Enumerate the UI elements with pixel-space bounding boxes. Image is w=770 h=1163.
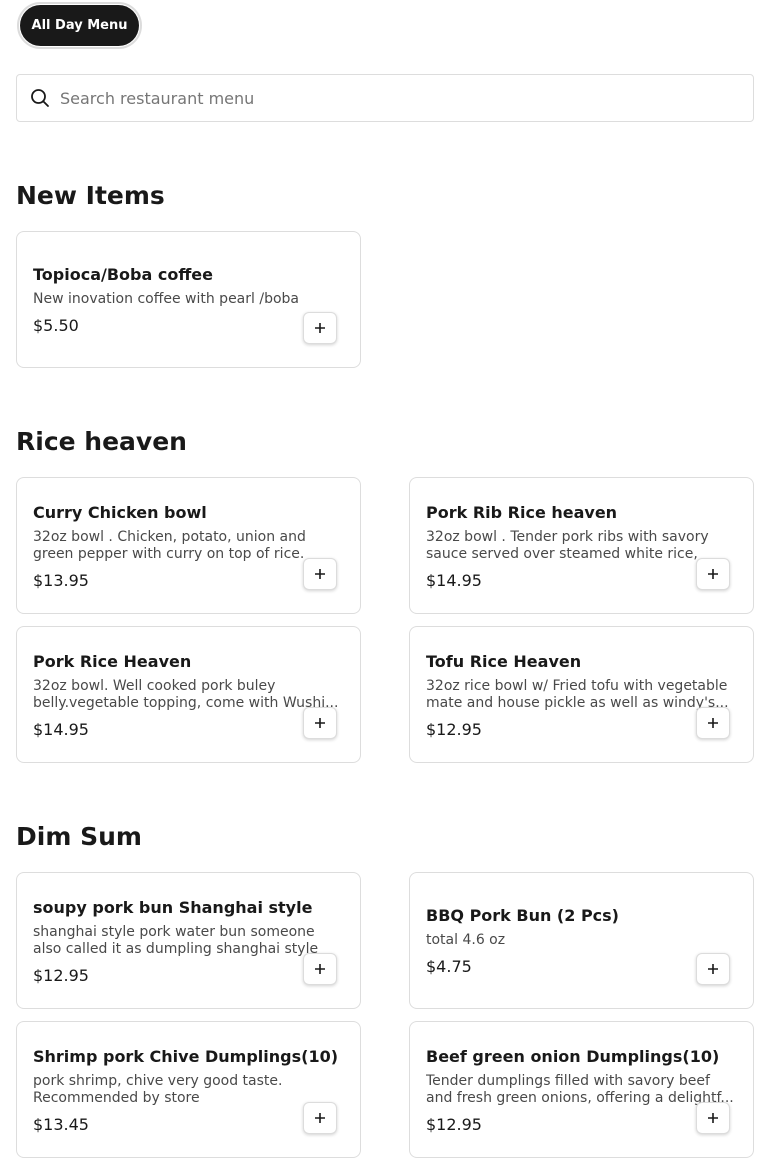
menu-item-card[interactable]: Pork Rib Rice heaven 32oz bowl . Tender …: [409, 477, 754, 614]
add-item-button[interactable]: [303, 312, 337, 344]
item-price: $12.95: [33, 966, 89, 985]
item-description: 32oz bowl. Well cooked pork buley belly.…: [33, 678, 339, 711]
add-item-button[interactable]: [303, 953, 337, 985]
plus-icon: [315, 964, 325, 974]
item-name: soupy pork bun Shanghai style: [33, 898, 313, 917]
plus-icon: [708, 569, 718, 579]
search-input[interactable]: [60, 75, 753, 121]
menu-selector-label[interactable]: All Day Menu: [20, 5, 139, 46]
plus-icon: [315, 1113, 325, 1123]
plus-icon: [708, 964, 718, 974]
menu-item-card[interactable]: Curry Chicken bowl 32oz bowl . Chicken, …: [16, 477, 361, 614]
menu-item-card[interactable]: Topioca/Boba coffee New inovation coffee…: [16, 231, 361, 368]
plus-icon: [315, 718, 325, 728]
menu-item-card[interactable]: Tofu Rice Heaven 32oz rice bowl w/ Fried…: [409, 626, 754, 763]
plus-icon: [708, 1113, 718, 1123]
item-price: $14.95: [426, 571, 482, 590]
add-item-button[interactable]: [696, 558, 730, 590]
add-item-button[interactable]: [696, 953, 730, 985]
plus-icon: [315, 323, 325, 333]
item-description: total 4.6 oz: [426, 932, 506, 948]
menu-item-card[interactable]: Pork Rice Heaven 32oz bowl. Well cooked …: [16, 626, 361, 763]
add-item-button[interactable]: [303, 707, 337, 739]
plus-icon: [708, 718, 718, 728]
menu-item-card[interactable]: Shrimp pork Chive Dumplings(10) pork shr…: [16, 1021, 361, 1158]
item-name: Curry Chicken bowl: [33, 503, 207, 522]
search-bar[interactable]: [16, 74, 754, 122]
item-price: $12.95: [426, 1115, 482, 1134]
item-price: $12.95: [426, 720, 482, 739]
add-item-button[interactable]: [696, 1102, 730, 1134]
item-name: Pork Rice Heaven: [33, 652, 192, 671]
item-description: 32oz bowl . Chicken, potato, union and g…: [33, 529, 306, 562]
add-item-button[interactable]: [696, 707, 730, 739]
item-price: $13.45: [33, 1115, 89, 1134]
item-description: Tender dumplings filled with savory beef…: [426, 1073, 734, 1106]
item-name: BBQ Pork Bun (2 Pcs): [426, 906, 619, 925]
item-name: Beef green onion Dumplings(10): [426, 1047, 720, 1066]
section-title-dim-sum: Dim Sum: [16, 822, 142, 851]
item-name: Pork Rib Rice heaven: [426, 503, 618, 522]
item-name: Shrimp pork Chive Dumplings(10): [33, 1047, 339, 1066]
add-item-button[interactable]: [303, 558, 337, 590]
menu-item-card[interactable]: soupy pork bun Shanghai style shanghai s…: [16, 872, 361, 1009]
plus-icon: [315, 569, 325, 579]
section-title-rice-heaven: Rice heaven: [16, 427, 187, 456]
item-description: pork shrimp, chive very good taste. Reco…: [33, 1073, 283, 1106]
add-item-button[interactable]: [303, 1102, 337, 1134]
section-title-new-items: New Items: [16, 181, 165, 210]
item-name: Tofu Rice Heaven: [426, 652, 582, 671]
item-price: $5.50: [33, 316, 79, 335]
search-icon: [31, 89, 49, 107]
item-description: New inovation coffee with pearl /boba: [33, 291, 299, 307]
menu-selector[interactable]: All Day Menu: [17, 2, 142, 49]
menu-item-card[interactable]: Beef green onion Dumplings(10) Tender du…: [409, 1021, 754, 1158]
item-description: 32oz rice bowl w/ Fried tofu with vegeta…: [426, 678, 729, 711]
item-description: 32oz bowl . Tender pork ribs with savory…: [426, 529, 709, 562]
menu-item-card[interactable]: BBQ Pork Bun (2 Pcs) total 4.6 oz $4.75: [409, 872, 754, 1009]
item-price: $13.95: [33, 571, 89, 590]
item-name: Topioca/Boba coffee: [33, 265, 213, 284]
item-price: $4.75: [426, 957, 472, 976]
item-price: $14.95: [33, 720, 89, 739]
item-description: shanghai style pork water bun someone al…: [33, 924, 319, 957]
